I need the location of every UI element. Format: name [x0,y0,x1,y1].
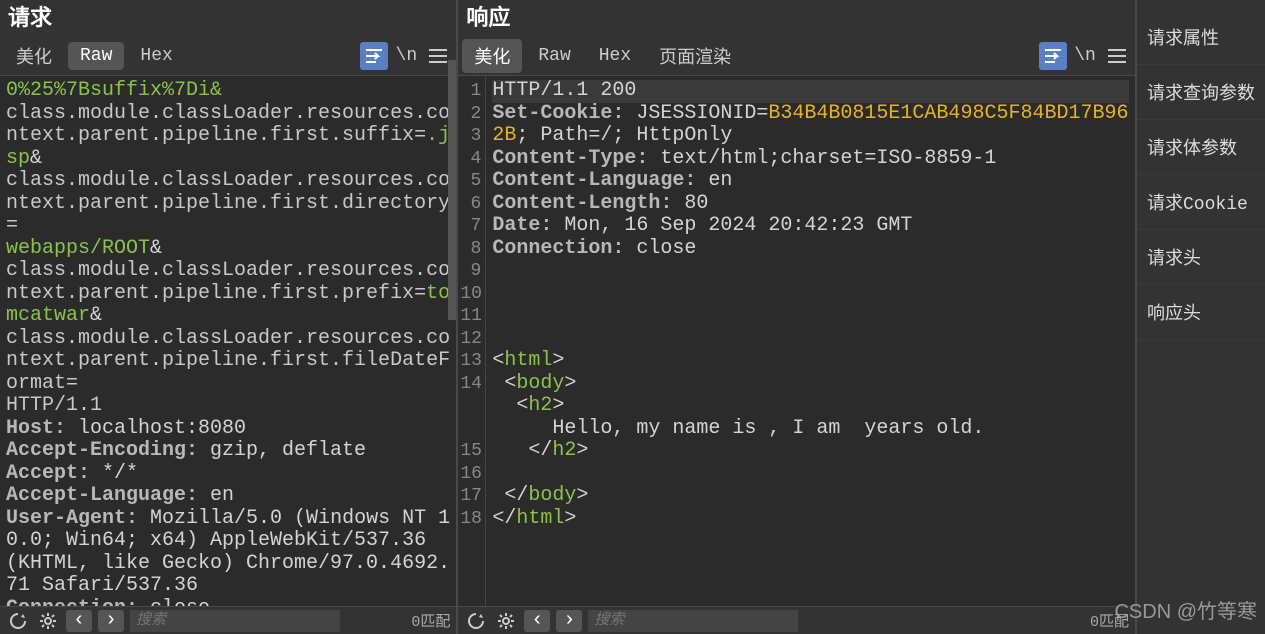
request-body-area: 0%25%7Bsuffix%7Di&class.module.classLoad… [0,76,456,606]
tab-hex[interactable]: Hex [128,42,184,70]
newline-icon[interactable]: \n [392,42,420,70]
sidebar-item-2[interactable]: 请求体参数 [1137,120,1265,175]
tab-resp-beautify[interactable]: 美化 [462,39,522,73]
next-match-button[interactable]: › [98,610,124,632]
inspector-sidebar: 请求属性请求查询参数请求体参数请求Cookie请求头响应头 [1137,0,1265,634]
refresh-icon[interactable] [6,609,30,633]
response-panel: 响应 美化 Raw Hex 页面渲染 \n 123456789101112131… [458,0,1137,634]
response-search-input[interactable] [588,610,798,632]
next-match-button[interactable]: › [556,610,582,632]
response-body-text[interactable]: HTTP/1.1 200Set-Cookie: JSESSIONID=B34B4… [486,76,1135,606]
sidebar-item-0[interactable]: 请求属性 [1137,10,1265,65]
request-footer: ‹ › 0匹配 [0,606,456,634]
request-match-count: 0匹配 [411,610,450,631]
sidebar-item-3[interactable]: 请求Cookie [1137,175,1265,230]
request-scrollbar[interactable] [448,76,456,320]
response-tabs: 美化 Raw Hex 页面渲染 \n [458,36,1135,76]
newline-icon[interactable]: \n [1071,42,1099,70]
refresh-icon[interactable] [464,609,488,633]
request-panel: 请求 美化 Raw Hex \n 0%25%7Bsuffix%7Di&class… [0,0,458,634]
sidebar-item-4[interactable]: 请求头 [1137,230,1265,285]
response-match-count: 0匹配 [1090,610,1129,631]
prev-match-button[interactable]: ‹ [66,610,92,632]
tab-resp-render[interactable]: 页面渲染 [647,39,743,73]
response-footer: ‹ › 0匹配 [458,606,1135,634]
tab-resp-raw[interactable]: Raw [526,42,582,70]
response-body-area: 123456789101112131415161718 HTTP/1.1 200… [458,76,1135,606]
sidebar-item-1[interactable]: 请求查询参数 [1137,65,1265,120]
wrap-toggle-icon[interactable] [360,42,388,70]
tab-beautify[interactable]: 美化 [4,39,64,73]
sidebar-item-5[interactable]: 响应头 [1137,285,1265,340]
tab-resp-hex[interactable]: Hex [587,42,643,70]
prev-match-button[interactable]: ‹ [524,610,550,632]
request-search-input[interactable] [130,610,340,632]
request-body-text[interactable]: 0%25%7Bsuffix%7Di&class.module.classLoad… [0,76,456,606]
gear-icon[interactable] [494,609,518,633]
gear-icon[interactable] [36,609,60,633]
request-tabs: 美化 Raw Hex \n [0,36,456,76]
tab-raw[interactable]: Raw [68,42,124,70]
response-title: 响应 [458,0,1135,36]
request-title: 请求 [0,0,456,36]
response-gutter: 123456789101112131415161718 [458,76,486,606]
wrap-toggle-icon[interactable] [1039,42,1067,70]
menu-icon[interactable] [1103,42,1131,70]
